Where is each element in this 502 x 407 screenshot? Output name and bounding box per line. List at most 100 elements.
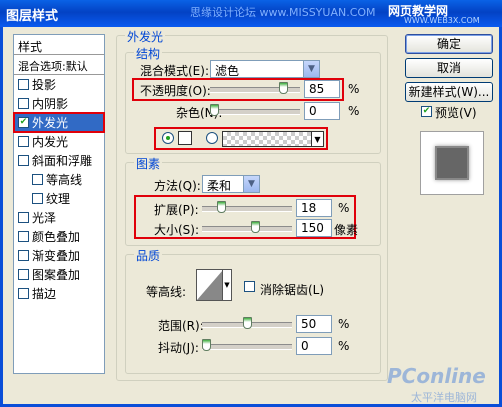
spread-input[interactable]: 18 — [296, 199, 332, 217]
style-checkbox[interactable] — [18, 288, 29, 299]
range-input[interactable]: 50 — [296, 315, 332, 333]
style-list-item-label: 渐变叠加 — [32, 249, 81, 263]
style-checkbox[interactable] — [32, 174, 43, 185]
style-list: 样式 混合选项:默认 投影内阴影 ✔ 外发光内发光斜面和浮雕等高线纹理光泽颜色叠加渐… — [13, 34, 105, 374]
chevron-down-icon: ▼ — [222, 270, 231, 300]
range-unit: % — [338, 317, 350, 331]
layer-style-dialog: 样式 混合选项:默认 投影 内阴影 ✔ 外发光 内发光 斜面和浮雕 等高线 纹理 光泽 颜色叠加渐… — [0, 27, 502, 407]
structure-title: 结构 — [134, 45, 163, 62]
style-checkbox[interactable] — [32, 193, 43, 204]
cancel-button[interactable]: 取消 — [405, 58, 493, 78]
blend-mode-select[interactable]: 滤色 ▼ — [210, 60, 320, 78]
style-list-item[interactable]: 光泽 — [14, 208, 104, 227]
style-checkbox[interactable]: ✔ — [18, 117, 29, 128]
opacity-slider[interactable] — [210, 82, 300, 94]
gradient-picker[interactable]: ▼ — [222, 131, 324, 147]
style-list-item[interactable]: 内发光 — [14, 132, 104, 151]
style-list-item-label: 描边 — [32, 287, 57, 301]
style-list-item[interactable]: 颜色叠加 — [14, 227, 104, 246]
jitter-slider-thumb[interactable] — [202, 339, 211, 351]
style-list-item-label: 外发光 — [32, 116, 69, 130]
noise-input[interactable]: 0 — [304, 102, 340, 120]
quality-group: 品质 等高线: ▼ 消除锯齿(L) 范围(R): 50 % 抖动(J): 0 % — [125, 247, 381, 374]
opacity-unit: % — [348, 82, 360, 96]
style-list-item[interactable]: 斜面和浮雕 — [14, 151, 104, 170]
structure-group: 结构 混合模式(E): 滤色 ▼ 不透明度(O): 85 % 杂色(N): 0 … — [125, 45, 381, 154]
method-select[interactable]: 柔和 ▼ — [202, 175, 260, 193]
gradient-radio[interactable] — [206, 132, 218, 144]
style-list-item[interactable]: 图案叠加 — [14, 265, 104, 284]
noise-slider-thumb[interactable] — [210, 104, 219, 116]
style-list-item[interactable]: 投影 — [14, 75, 104, 94]
style-list-item-label: 光泽 — [32, 211, 57, 225]
watermark-center: 思缘设计论坛 www.MISSYUAN.COM — [190, 6, 376, 19]
size-slider[interactable] — [202, 221, 292, 233]
jitter-label: 抖动(J): — [158, 341, 199, 355]
preview-checkbox[interactable]: ✔ — [421, 106, 432, 117]
range-slider-thumb[interactable] — [243, 317, 252, 329]
spread-unit: % — [338, 201, 350, 215]
ok-button[interactable]: 确定 — [405, 34, 493, 54]
style-list-item-label: 投影 — [32, 78, 57, 92]
style-checkbox[interactable] — [18, 269, 29, 280]
size-input[interactable]: 150 — [296, 219, 332, 237]
style-list-item[interactable]: 纹理 — [14, 189, 104, 208]
chevron-down-icon: ▼ — [311, 132, 323, 146]
noise-slider[interactable] — [210, 104, 300, 116]
preview-label: 预览(V) — [435, 106, 477, 120]
jitter-unit: % — [338, 339, 350, 353]
size-label: 大小(S): — [154, 223, 200, 237]
style-list-item[interactable]: 等高线 — [14, 170, 104, 189]
opacity-label: 不透明度(O): — [140, 84, 211, 98]
style-list-header[interactable]: 样式 — [14, 35, 104, 55]
blend-options-item[interactable]: 混合选项:默认 — [14, 55, 104, 75]
preview-swatch — [435, 146, 469, 180]
jitter-input[interactable]: 0 — [296, 337, 332, 355]
contour-label: 等高线: — [146, 285, 187, 299]
contour-picker[interactable]: ▼ — [196, 269, 232, 301]
antialias-label: 消除锯齿(L) — [260, 283, 325, 297]
watermark-bottom-sub: 太平洋电脑网 — [411, 391, 477, 404]
style-list-item[interactable]: 描边 — [14, 284, 104, 303]
style-list-item-label: 内发光 — [32, 135, 69, 149]
opacity-slider-thumb[interactable] — [279, 82, 288, 94]
antialias-checkbox[interactable] — [244, 281, 255, 292]
style-checkbox[interactable] — [18, 136, 29, 147]
style-preview — [420, 131, 484, 195]
style-list-item[interactable]: 内阴影 — [14, 94, 104, 113]
style-checkbox[interactable] — [18, 155, 29, 166]
size-slider-thumb[interactable] — [251, 221, 260, 233]
outer-glow-group: 外发光 结构 混合模式(E): 滤色 ▼ 不透明度(O): 85 % 杂色(N)… — [116, 28, 388, 381]
style-list-item[interactable]: ✔ 外发光 — [13, 112, 105, 133]
style-checkbox[interactable] — [18, 79, 29, 90]
style-list-item-label: 斜面和浮雕 — [32, 154, 93, 168]
style-checkbox[interactable] — [18, 212, 29, 223]
spread-slider-thumb[interactable] — [217, 201, 226, 213]
quality-title: 品质 — [134, 247, 163, 264]
style-list-item-label: 纹理 — [46, 192, 71, 206]
style-checkbox[interactable] — [18, 250, 29, 261]
range-slider[interactable] — [202, 317, 292, 329]
opacity-input[interactable]: 85 — [304, 80, 340, 98]
elements-title: 图素 — [134, 155, 163, 172]
size-unit: 像素 — [334, 223, 359, 237]
blend-mode-value: 滤色 — [215, 64, 240, 78]
method-value: 柔和 — [207, 179, 232, 193]
watermark-bottom: PConline — [387, 364, 486, 388]
style-checkbox[interactable] — [18, 98, 29, 109]
watermark-right-sub: WWW.WEB3X.COM — [404, 16, 480, 25]
title-bar[interactable]: 图层样式 思缘设计论坛 www.MISSYUAN.COM 网页教学网 WWW.W… — [0, 0, 502, 27]
solid-color-radio[interactable] — [162, 132, 174, 144]
glow-color-swatch[interactable] — [178, 131, 192, 145]
style-list-item-label: 内阴影 — [32, 97, 69, 111]
new-style-button[interactable]: 新建样式(W)... — [405, 82, 493, 102]
style-checkbox[interactable] — [18, 231, 29, 242]
style-list-item-label: 图案叠加 — [32, 268, 81, 282]
method-label: 方法(Q): — [154, 179, 201, 193]
jitter-slider[interactable] — [202, 339, 292, 351]
outer-glow-title: 外发光 — [125, 28, 166, 45]
style-list-item[interactable]: 渐变叠加 — [14, 246, 104, 265]
contour-shape-icon — [197, 270, 223, 300]
style-list-items: 投影内阴影 ✔ 外发光内发光斜面和浮雕等高线纹理光泽颜色叠加渐变叠加图案叠加描边 — [13, 75, 105, 303]
spread-slider[interactable] — [202, 201, 292, 213]
